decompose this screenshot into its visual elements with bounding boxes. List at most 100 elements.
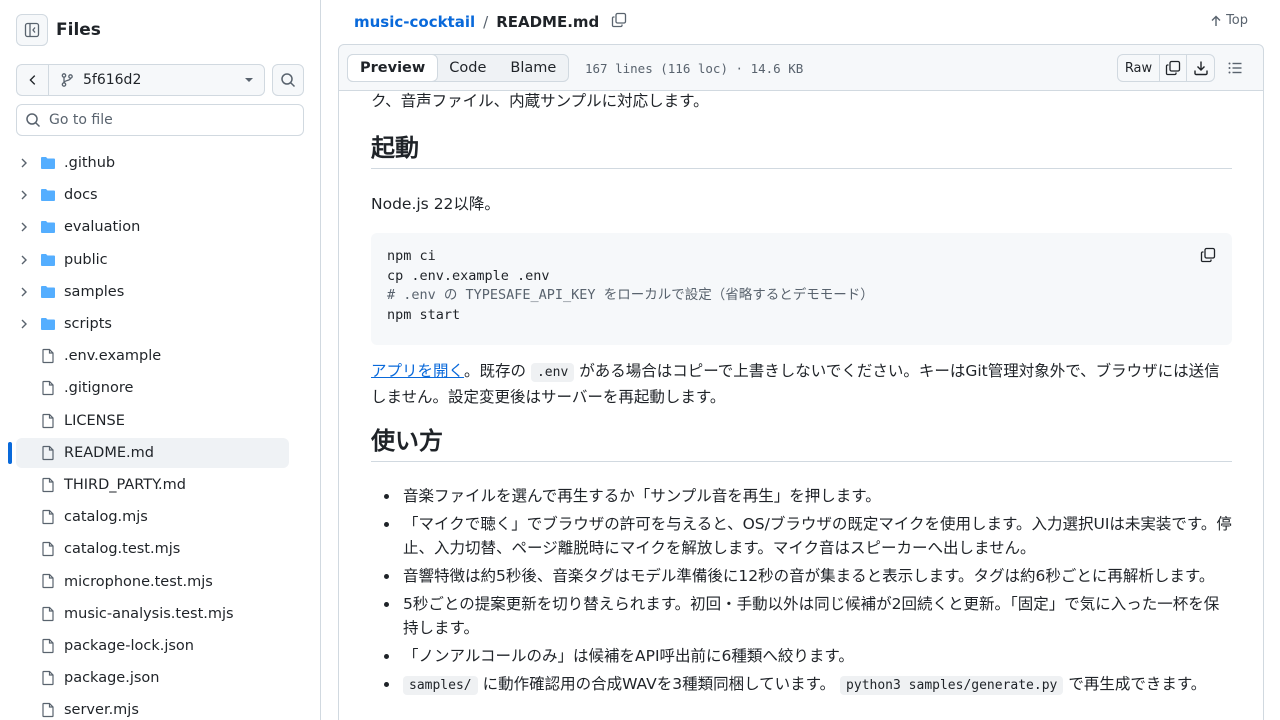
file-tree: .github docs evaluation public samples script… xyxy=(0,147,320,720)
breadcrumb-repo-link[interactable]: music-cocktail xyxy=(354,13,475,31)
go-to-file-placeholder: Go to file xyxy=(49,112,113,128)
download-button[interactable] xyxy=(1187,55,1214,81)
file-icon xyxy=(40,348,56,368)
tree-item-label: music-analysis.test.mjs xyxy=(64,605,234,622)
chevron-left-icon xyxy=(28,75,35,85)
tree-item-label: .env.example xyxy=(64,348,162,365)
tree-folder[interactable]: scripts xyxy=(0,308,320,340)
tree-folder[interactable]: .github xyxy=(0,147,320,179)
usage-list: 音楽ファイルを選んで再生するか「サンプル音を再生」を押します。 「マイクで聴く」… xyxy=(371,484,1232,702)
sidebar-title: Files xyxy=(56,20,101,40)
file-tree-sidebar: Files 5f616d2 Go to file .github docs eval… xyxy=(0,0,321,720)
search-button[interactable] xyxy=(272,64,304,96)
copy-raw-button[interactable] xyxy=(1160,55,1187,81)
inline-code: .env xyxy=(530,363,575,382)
tree-item-label: server.mjs xyxy=(64,702,139,719)
download-icon xyxy=(1193,61,1208,76)
branch-selector[interactable]: 5f616d2 xyxy=(48,64,265,96)
copy-path-button[interactable] xyxy=(611,12,627,32)
tree-file[interactable]: .gitignore xyxy=(0,372,320,404)
tree-file[interactable]: .env.example xyxy=(0,340,320,372)
inline-code: samples/ xyxy=(403,676,478,695)
chevron-right-icon[interactable] xyxy=(18,286,30,302)
list-item: 音響特徴は約5秒後、音楽タグはモデル準備後に12秒の音が集まると表示します。タグ… xyxy=(371,564,1232,588)
file-icon xyxy=(40,702,56,720)
list-item: samples/ に動作確認用の合成WAVを3種類同梱しています。 python… xyxy=(371,672,1232,698)
folder-icon xyxy=(40,252,56,272)
tree-item-label: docs xyxy=(64,187,98,204)
search-icon xyxy=(281,73,296,88)
text: 。既存の xyxy=(464,362,527,380)
back-to-top-button[interactable]: Top xyxy=(1210,13,1248,28)
file-icon xyxy=(40,380,56,400)
text: で再生成できます。 xyxy=(1068,675,1207,693)
folder-icon xyxy=(40,316,56,336)
tree-file[interactable]: server.mjs xyxy=(0,694,320,720)
tree-file[interactable]: microphone.test.mjs xyxy=(0,565,320,597)
copy-code-button[interactable] xyxy=(1200,247,1216,270)
file-icon xyxy=(40,606,56,626)
sidebar-collapse-icon xyxy=(24,22,40,38)
chevron-right-icon[interactable] xyxy=(18,254,30,270)
tree-file[interactable]: LICENSE xyxy=(0,405,320,437)
chevron-right-icon[interactable] xyxy=(18,189,30,205)
branch-row: 5f616d2 xyxy=(16,64,304,96)
file-icon xyxy=(40,477,56,497)
back-button[interactable] xyxy=(16,64,48,96)
inline-code: python3 samples/generate.py xyxy=(840,676,1064,695)
tree-item-label: package.json xyxy=(64,670,160,687)
collapse-sidebar-button[interactable] xyxy=(16,14,48,46)
top-label: Top xyxy=(1226,13,1248,28)
readme-content: ク、音声ファイル、内蔵サンプルに対応します。 起動 Node.js 22以降。 … xyxy=(338,91,1264,720)
tree-file[interactable]: THIRD_PARTY.md xyxy=(0,469,320,501)
open-app-link[interactable]: アプリを開く xyxy=(371,362,464,380)
breadcrumb-file: README.md xyxy=(496,13,600,31)
chevron-right-icon[interactable] xyxy=(18,157,30,173)
heading-usage: 使い方 xyxy=(371,429,1232,462)
tree-folder[interactable]: docs xyxy=(0,179,320,211)
tree-file[interactable]: README.md xyxy=(0,437,320,469)
breadcrumb-separator: / xyxy=(483,13,489,31)
raw-button[interactable]: Raw xyxy=(1118,55,1160,81)
main-panel: music-cocktail / README.md Top Preview C… xyxy=(338,0,1264,720)
list-item: 5秒ごとの提案更新を切り替えられます。初回・手動以外は同じ候補が2回続くと更新。… xyxy=(371,592,1232,640)
tree-item-label: microphone.test.mjs xyxy=(64,573,213,590)
paragraph-open-app: アプリを開く。既存の .env がある場合はコピーで上書きしないでください。キー… xyxy=(371,359,1232,409)
tree-item-label: samples xyxy=(64,283,125,300)
chevron-right-icon[interactable] xyxy=(18,221,30,237)
file-icon xyxy=(40,638,56,658)
code-line: cp .env.example .env xyxy=(387,267,550,284)
tree-item-label: evaluation xyxy=(64,219,141,236)
tab-blame[interactable]: Blame xyxy=(498,55,568,81)
code-line: npm ci xyxy=(387,248,436,264)
tab-code[interactable]: Code xyxy=(437,55,498,81)
list-item: 「ノンアルコールのみ」は候補をAPI呼出前に6種類へ絞ります。 xyxy=(371,644,1232,668)
tree-item-label: catalog.mjs xyxy=(64,509,148,526)
folder-icon xyxy=(40,284,56,304)
sidebar-header: Files xyxy=(16,14,101,46)
copy-icon xyxy=(1200,247,1216,263)
tree-file[interactable]: catalog.test.mjs xyxy=(0,533,320,565)
file-icon xyxy=(40,670,56,690)
tree-file[interactable]: catalog.mjs xyxy=(0,501,320,533)
tab-preview[interactable]: Preview xyxy=(347,54,439,82)
folder-icon xyxy=(40,187,56,207)
tree-file[interactable]: package.json xyxy=(0,662,320,694)
folder-icon xyxy=(40,219,56,239)
tree-folder[interactable]: evaluation xyxy=(0,211,320,243)
tree-file[interactable]: music-analysis.test.mjs xyxy=(0,598,320,630)
tree-folder[interactable]: public xyxy=(0,244,320,276)
chevron-right-icon[interactable] xyxy=(18,318,30,334)
tree-folder[interactable]: samples xyxy=(0,276,320,308)
outline-button[interactable] xyxy=(1227,60,1243,80)
file-icon xyxy=(40,541,56,561)
go-to-file-input[interactable]: Go to file xyxy=(16,104,304,136)
tree-item-label: package-lock.json xyxy=(64,637,194,654)
file-icon xyxy=(40,573,56,593)
tree-file[interactable]: package-lock.json xyxy=(0,630,320,662)
view-mode-tabs: Preview Code Blame xyxy=(347,54,570,82)
tree-item-label: public xyxy=(64,251,108,268)
copy-icon xyxy=(1165,60,1181,76)
tree-item-label: catalog.test.mjs xyxy=(64,541,181,558)
tree-item-label: README.md xyxy=(64,444,154,461)
